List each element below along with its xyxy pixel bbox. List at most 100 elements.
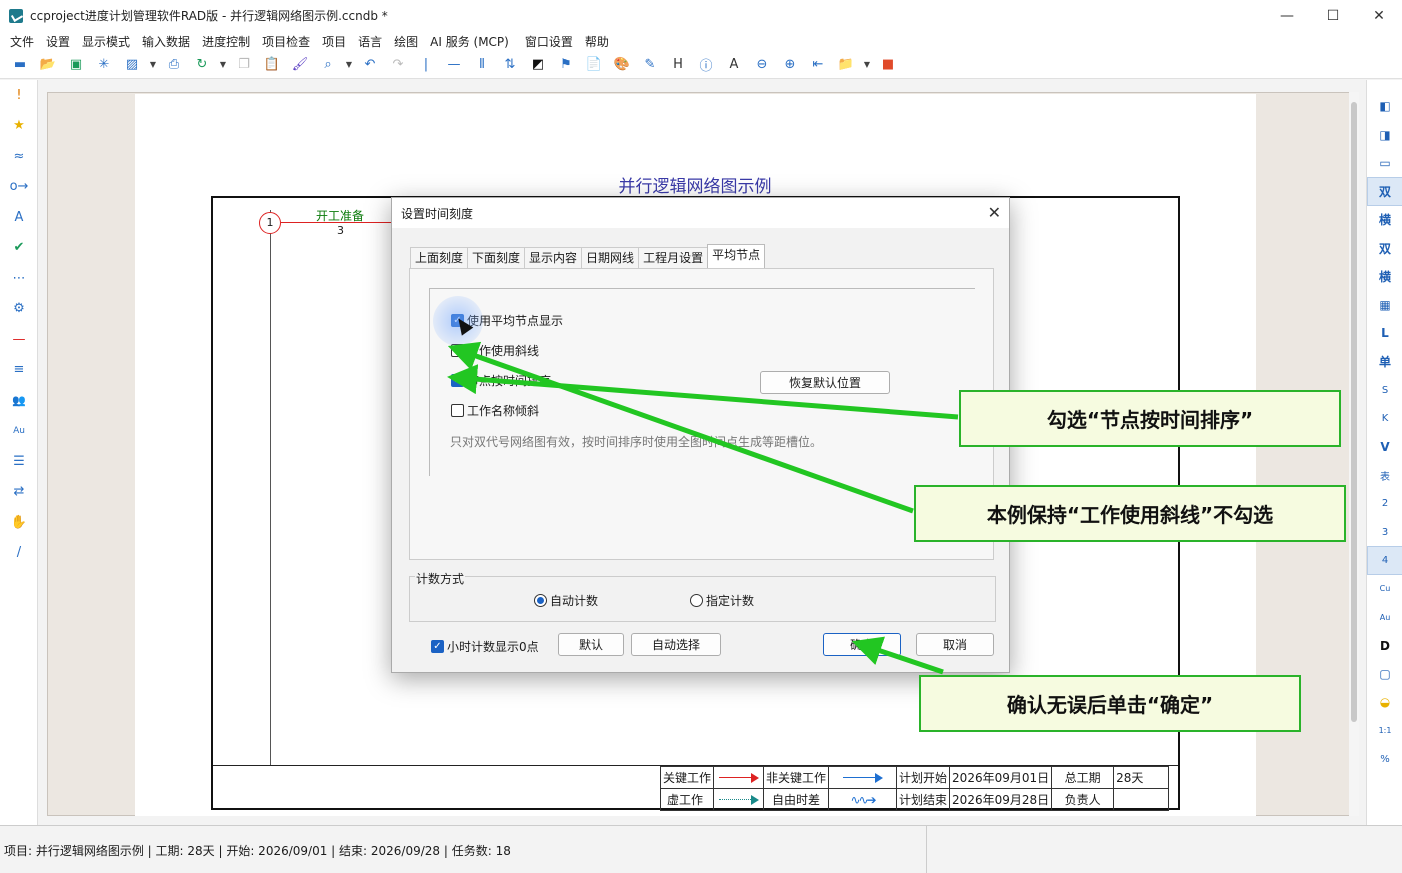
report-icon[interactable]: 表 [1367,461,1402,489]
menu-project-check[interactable]: 项目检查 [256,33,316,50]
tab-upper-scale[interactable]: 上面刻度 [410,247,469,268]
percent-icon[interactable]: % [1367,745,1402,773]
save-icon[interactable]: ▬ [6,54,34,76]
menu-drawing[interactable]: 绘图 [388,33,424,50]
dropdown-icon[interactable]: ▼ [342,54,356,76]
gear-icon[interactable]: ⚙ [0,294,38,325]
flag-icon[interactable]: ⚑ [552,54,580,76]
cu-icon[interactable]: Cu [1367,575,1402,603]
hour-zero-checkbox[interactable]: ✓ 小时计数显示0点 [431,638,539,655]
back-icon[interactable]: ⇤ [804,54,832,76]
dropdown-icon[interactable]: ▼ [146,54,160,76]
s-icon[interactable]: S [1367,376,1402,404]
ok-button[interactable]: 确定 [823,633,901,656]
font-icon[interactable]: A [0,202,38,233]
dialog-close-icon[interactable]: ✕ [988,203,1001,222]
dropdown-icon[interactable]: ▼ [860,54,874,76]
node-1[interactable]: 1 [259,212,281,234]
text-icon[interactable]: A [720,54,748,76]
snowflake-icon[interactable]: ✳ [90,54,118,76]
menu-file[interactable]: 文件 [4,33,40,50]
refresh-icon[interactable]: ↻ [188,54,216,76]
copy-icon[interactable]: ❐ [230,54,258,76]
menu-input-data[interactable]: 输入数据 [136,33,196,50]
print-icon[interactable]: ⎙ [160,54,188,76]
manual-count-radio[interactable]: 指定计数 [690,592,754,609]
dots-icon[interactable]: ⋯ [0,263,38,294]
au-icon[interactable]: Au [0,416,38,447]
cancel-button[interactable]: 取消 [916,633,994,656]
doc-icon[interactable]: 📄 [580,54,608,76]
tab-date-grid[interactable]: 日期网线 [581,247,640,268]
palette-icon[interactable]: 🎨 [608,54,636,76]
double-code-alt-icon[interactable]: 双 [1367,234,1402,262]
filter-icon[interactable]: ☰ [0,446,38,477]
menu-help[interactable]: 帮助 [579,33,615,50]
panel-left-icon[interactable]: ◧ [1367,92,1402,120]
tilt-checkbox[interactable]: 工作名称倾斜 [451,402,539,419]
zoom-out-icon[interactable]: ⊖ [748,54,776,76]
undo-icon[interactable]: ↶ [356,54,384,76]
paste-icon[interactable]: 📋 [258,54,286,76]
l-icon[interactable]: L [1367,319,1402,347]
single-code-icon[interactable]: 单 [1367,348,1402,376]
frame-icon[interactable]: ▢ [1367,660,1402,688]
tab-display-content[interactable]: 显示内容 [524,247,583,268]
line-icon[interactable]: — [440,54,468,76]
close-button[interactable]: ✕ [1356,0,1402,31]
menu-settings[interactable]: 设置 [40,33,76,50]
menu-window-settings[interactable]: 窗口设置 [519,33,579,50]
format-brush-icon[interactable]: 🖌 [286,54,314,76]
dropdown-icon[interactable]: ▼ [216,54,230,76]
check-icon[interactable]: ✔ [0,233,38,264]
suitcase-icon[interactable]: ■ [874,54,902,76]
tab-project-month[interactable]: 工程月设置 [638,247,709,268]
star-icon[interactable]: ★ [0,111,38,142]
sort-list-icon[interactable]: ≡ [0,355,38,386]
zoom-in-icon[interactable]: ⊕ [776,54,804,76]
level-4-icon[interactable]: 4 [1367,546,1402,575]
table-icon[interactable]: ▦ [1367,291,1402,319]
auto-select-button[interactable]: 自动选择 [631,633,721,656]
menu-progress-control[interactable]: 进度控制 [196,33,256,50]
horizontal-icon[interactable]: 横 [1367,206,1402,234]
menu-display-mode[interactable]: 显示模式 [76,33,136,50]
level-2-icon[interactable]: 2 [1367,489,1402,517]
comment-icon[interactable]: ◒ [1367,688,1402,716]
edit-icon[interactable]: ✎ [636,54,664,76]
panel-right-icon[interactable]: ◨ [1367,120,1402,148]
pen-icon[interactable]: / [0,538,38,569]
horizontal-alt-icon[interactable]: 横 [1367,262,1402,290]
sort-icon[interactable]: ⇅ [496,54,524,76]
column-icon[interactable]: ⦀ [468,54,496,76]
vertical-scrollbar[interactable] [1349,92,1359,816]
contrast-icon[interactable]: ◩ [524,54,552,76]
default-button[interactable]: 默认 [558,633,624,656]
ratio-icon[interactable]: 1:1 [1367,717,1402,745]
k-icon[interactable]: K [1367,404,1402,432]
swap-icon[interactable]: ⇄ [0,477,38,508]
search-icon[interactable]: ⌕ [314,54,342,76]
users-icon[interactable]: 👥 [0,385,38,416]
level-3-icon[interactable]: 3 [1367,518,1402,546]
v-icon[interactable]: V [1367,433,1402,461]
sort-checkbox[interactable]: ✓ 节点按时间排序 [451,372,551,389]
d-icon[interactable]: D [1367,631,1402,659]
menu-project[interactable]: 项目 [316,33,352,50]
maximize-button[interactable]: ☐ [1310,0,1356,31]
save-as-icon[interactable]: ▣ [62,54,90,76]
menu-ai-service[interactable]: AI 服务 (MCP) [424,33,515,50]
menu-language[interactable]: 语言 [352,33,388,50]
tab-average-node[interactable]: 平均节点 [707,244,766,268]
minimize-button[interactable]: — [1264,0,1310,31]
heading-icon[interactable]: H [664,54,692,76]
wave-icon[interactable]: ≈ [0,141,38,172]
au-right-icon[interactable]: Au [1367,603,1402,631]
red-line-icon[interactable]: — [0,324,38,355]
alert-icon[interactable]: ! [0,80,38,111]
info-icon[interactable]: ⓘ [692,54,720,76]
restore-position-button[interactable]: 恢复默认位置 [760,371,890,394]
open-icon[interactable]: 📂 [34,54,62,76]
export-icon[interactable]: ▨ [118,54,146,76]
redo-icon[interactable]: ↷ [384,54,412,76]
